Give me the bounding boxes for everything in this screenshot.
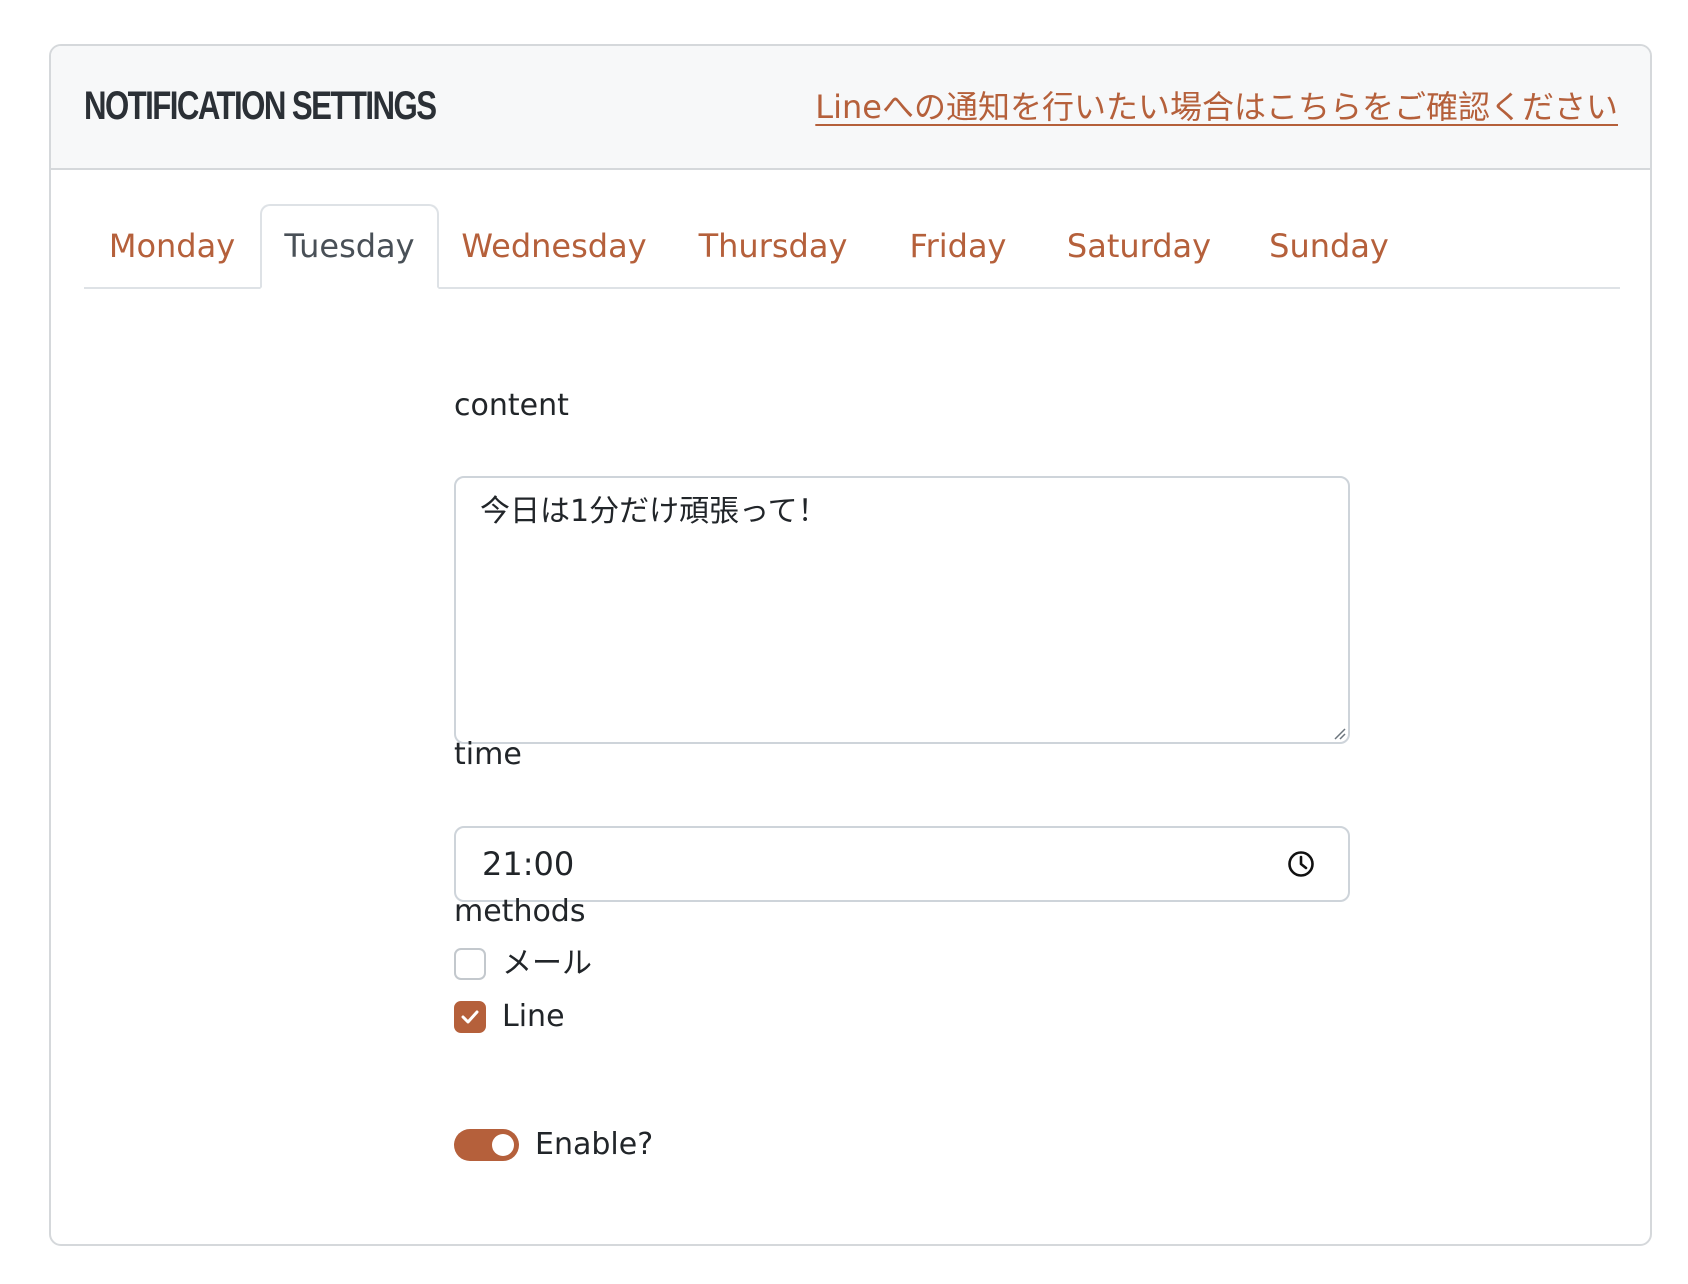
line-notification-help-link[interactable]: Lineへの通知を行いたい場合はこちらをご確認ください (815, 86, 1618, 128)
line-checkbox-label[interactable]: Line (502, 997, 565, 1037)
line-checkbox[interactable] (454, 1001, 486, 1033)
tab-wednesday[interactable]: Wednesday (439, 204, 669, 289)
tab-saturday[interactable]: Saturday (1039, 204, 1239, 289)
card-header: NOTIFICATION SETTINGS Lineへの通知を行いたい場合はこち… (51, 46, 1650, 170)
time-value: 21:00 (482, 845, 575, 883)
resize-grip-icon[interactable] (1332, 726, 1346, 740)
mail-checkbox[interactable] (454, 948, 486, 980)
notification-settings-card: NOTIFICATION SETTINGS Lineへの通知を行いたい場合はこち… (49, 44, 1652, 1246)
mail-checkbox-label[interactable]: メール (502, 944, 592, 984)
content-label: content (454, 388, 569, 423)
toggle-knob (492, 1134, 514, 1156)
methods-label: methods (454, 894, 586, 929)
page-title: NOTIFICATION SETTINGS (84, 84, 437, 128)
tab-sunday[interactable]: Sunday (1239, 204, 1419, 289)
time-label: time (454, 737, 522, 772)
enable-toggle-label[interactable]: Enable? (535, 1124, 653, 1166)
content-textarea[interactable]: 今日は1分だけ頑張って！ (454, 476, 1350, 744)
enable-toggle[interactable] (454, 1129, 519, 1161)
time-input[interactable]: 21:00 (454, 826, 1350, 902)
tab-friday[interactable]: Friday (877, 204, 1039, 289)
tab-monday[interactable]: Monday (84, 204, 260, 289)
tab-tuesday[interactable]: Tuesday (260, 204, 439, 289)
clock-icon[interactable] (1286, 849, 1316, 879)
tab-thursday[interactable]: Thursday (669, 204, 877, 289)
checkmark-icon (461, 1010, 479, 1024)
weekday-tabs: Monday Tuesday Wednesday Thursday Friday… (84, 204, 1620, 289)
